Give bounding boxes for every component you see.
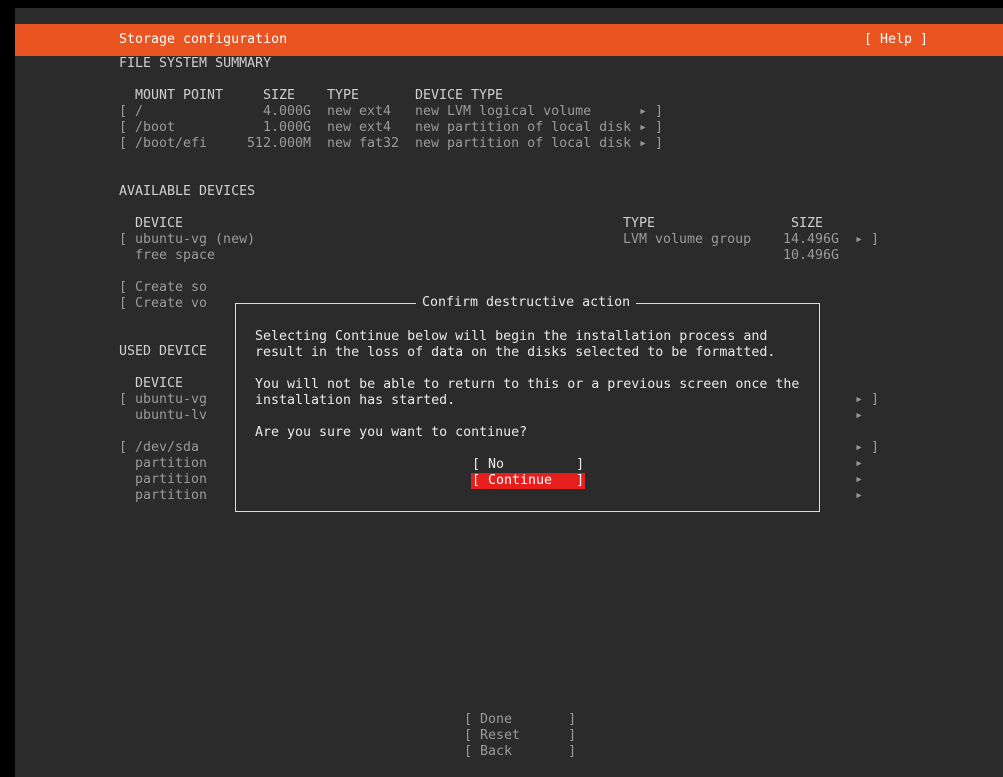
dialog-title: Confirm destructive action	[416, 295, 637, 311]
row-menu-arrow-icon[interactable]: ▸ ]	[855, 392, 879, 408]
row-menu-arrow-icon[interactable]: ▸	[855, 488, 863, 504]
device-size: 14.496G	[783, 232, 840, 247]
row-bracket: [	[119, 104, 128, 119]
installer-screen: Storage configuration [ Help ] FILE SYST…	[15, 8, 1003, 777]
done-button[interactable]: [ Done ]	[464, 712, 576, 728]
used-row-ubuntu-vg[interactable]: [ ubuntu-vg	[119, 392, 207, 408]
device-name: ubuntu-vg (new)	[135, 232, 256, 247]
available-devices-heading: AVAILABLE DEVICES	[119, 184, 256, 199]
back-button[interactable]: [ Back ]	[464, 744, 576, 760]
dialog-text-line: You will not be able to return to this o…	[255, 377, 800, 392]
row-menu-arrow-icon[interactable]: ▸ ]	[855, 232, 879, 248]
row-menu-arrow-icon[interactable]: ▸	[855, 408, 863, 424]
row-menu-arrow-icon[interactable]: ▸	[855, 456, 863, 472]
row-bracket: [	[119, 136, 128, 151]
col-device: DEVICE	[135, 376, 184, 391]
dialog-text-line: installation has started.	[255, 393, 456, 408]
fs-type: new ext4	[327, 104, 392, 119]
device-type: LVM volume group	[623, 232, 752, 247]
reset-button[interactable]: [ Reset ]	[464, 728, 576, 744]
col-device: DEVICE	[135, 216, 184, 231]
fs-type: new fat32	[327, 136, 400, 151]
help-button[interactable]: [ Help ]	[864, 32, 928, 48]
used-row-partition[interactable]: partition	[119, 488, 207, 504]
device-type: new LVM logical volume	[415, 104, 592, 119]
free-space-label: free space	[135, 248, 216, 263]
device-type: new partition of local disk	[415, 120, 632, 135]
fs-type: new ext4	[327, 120, 392, 135]
fs-summary-heading: FILE SYSTEM SUMMARY	[119, 56, 272, 71]
title-bar: Storage configuration [ Help ]	[15, 24, 1003, 56]
create-volume-group-button[interactable]: [ Create vo	[119, 296, 207, 312]
size: 512.000M	[247, 136, 312, 151]
row-menu-arrow-icon[interactable]: ▸ ]	[639, 136, 663, 152]
size: 1.000G	[263, 120, 312, 135]
dialog-text-line: result in the loss of data on the disks …	[255, 345, 776, 360]
confirm-dialog: Confirm destructive action Selecting Con…	[235, 295, 820, 512]
free-space-size: 10.496G	[783, 248, 840, 263]
row-bracket: [	[119, 232, 128, 247]
mount-point: /boot/efi	[135, 136, 208, 151]
used-row-ubuntu-lv[interactable]: ubuntu-lv	[119, 408, 207, 424]
col-device-type: DEVICE TYPE	[415, 88, 504, 103]
size: 4.000G	[263, 104, 312, 119]
create-software-raid-button[interactable]: [ Create so	[119, 280, 207, 296]
row-menu-arrow-icon[interactable]: ▸ ]	[855, 440, 879, 456]
used-row-partition[interactable]: partition	[119, 472, 207, 488]
used-row-dev-sda[interactable]: [ /dev/sda	[119, 440, 199, 456]
no-button[interactable]: [ No ]	[472, 457, 584, 473]
device-type: new partition of local disk	[415, 136, 632, 151]
mount-point: /	[135, 104, 144, 119]
continue-button[interactable]: [ Continue ]	[471, 473, 586, 489]
row-menu-arrow-icon[interactable]: ▸ ]	[639, 104, 663, 120]
col-size: SIZE	[791, 216, 824, 231]
col-size: SIZE	[263, 88, 296, 103]
used-row-partition[interactable]: partition	[119, 456, 207, 472]
col-mount-point: MOUNT POINT	[135, 88, 224, 103]
mount-point: /boot	[135, 120, 176, 135]
page-title: Storage configuration	[119, 32, 288, 47]
row-bracket: [	[119, 120, 128, 135]
used-devices-heading: USED DEVICE	[119, 344, 208, 359]
dialog-question: Are you sure you want to continue?	[255, 425, 528, 440]
col-type: TYPE	[623, 216, 656, 231]
row-menu-arrow-icon[interactable]: ▸	[855, 472, 863, 488]
dialog-text-line: Selecting Continue below will begin the …	[255, 329, 768, 344]
col-type: TYPE	[327, 88, 360, 103]
row-menu-arrow-icon[interactable]: ▸ ]	[639, 120, 663, 136]
